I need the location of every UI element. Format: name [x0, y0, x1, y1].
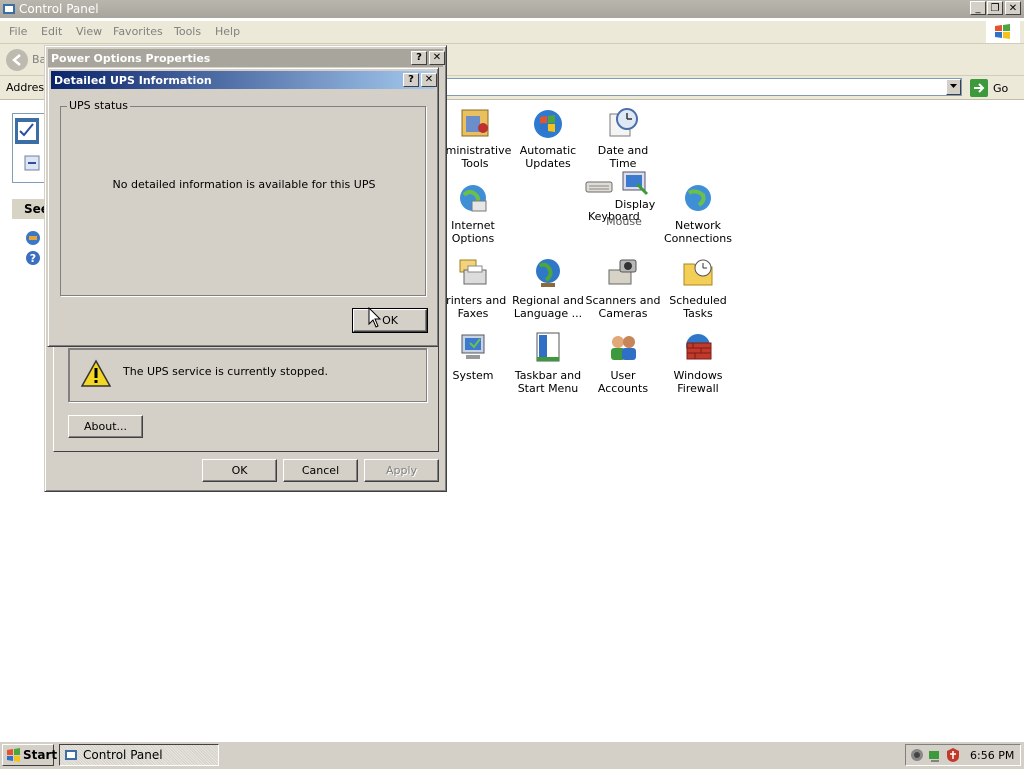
label-regional-and-language: Regional and Language ...	[512, 294, 584, 320]
help-button[interactable]: ?	[411, 51, 427, 65]
network-connections-icon	[685, 185, 711, 211]
label-network-connections: Network Connections	[664, 219, 732, 245]
ups-status-panel: The UPS service is currently stopped.	[68, 348, 427, 402]
admin-tools-icon	[461, 109, 489, 137]
label-windows-firewall: Windows Firewall	[673, 369, 723, 395]
label-user-accounts: User Accounts	[597, 369, 649, 395]
taskbar-item-control-panel[interactable]: Control Panel	[59, 744, 219, 766]
switch-view-icon[interactable]	[23, 154, 43, 172]
ups-ok-button[interactable]: OK	[352, 308, 428, 333]
ups-stopped-message: The UPS service is currently stopped.	[123, 365, 329, 378]
address-dropdown-button[interactable]	[946, 79, 961, 95]
windows-update-icon[interactable]	[25, 230, 41, 246]
warning-icon	[81, 359, 111, 387]
display-icon	[622, 171, 649, 196]
cancel-button[interactable]: Cancel	[283, 459, 358, 482]
menu-file[interactable]: File	[9, 25, 27, 38]
mouse-cursor-icon	[368, 307, 382, 328]
date-time-icon	[609, 108, 638, 137]
user-accounts-icon	[611, 336, 636, 360]
regional-language-icon	[536, 259, 560, 287]
taskbar-start-menu-icon	[536, 332, 560, 362]
label-date-and-time: Date and Time	[597, 144, 649, 170]
item-scheduled-tasks[interactable]: Scheduled Tasks	[659, 256, 737, 320]
windows-flag-icon	[7, 748, 20, 762]
ups-info-title: Detailed UPS Information	[54, 74, 212, 87]
maximize-button[interactable]: ❐	[987, 1, 1003, 15]
menu-bar: File Edit View Favorites Tools Help	[0, 21, 1024, 44]
automatic-updates-icon	[534, 110, 562, 138]
scheduled-tasks-icon	[683, 259, 713, 286]
control-panel-icon	[65, 750, 77, 760]
ups-status-group-label: UPS status	[67, 99, 130, 112]
keyboard-icon	[585, 181, 613, 193]
control-panel-large-icon	[15, 118, 39, 144]
power-options-titlebar[interactable]: Power Options Properties ? ✕	[48, 49, 445, 67]
label-scheduled-tasks: Scheduled Tasks	[669, 294, 727, 320]
ups-no-info-message: No detailed information is available for…	[112, 178, 376, 191]
svg-text:?: ?	[30, 252, 36, 265]
menu-tools[interactable]: Tools	[174, 25, 201, 38]
minimize-button[interactable]: _	[970, 1, 986, 15]
window-title: Control Panel	[19, 2, 99, 16]
item-windows-firewall[interactable]: Windows Firewall	[659, 331, 737, 395]
help-support-icon[interactable]: ?	[25, 250, 41, 266]
scanners-cameras-icon	[608, 259, 637, 285]
start-button[interactable]: Start	[2, 744, 58, 766]
label-taskbar-and-start-menu: Taskbar and Start Menu	[514, 369, 582, 395]
ups-status-group: UPS status No detailed information is av…	[60, 99, 426, 296]
item-automatic-updates[interactable]: Automatic Updates	[509, 106, 587, 170]
go-button[interactable]: Go	[970, 79, 1020, 97]
menu-favorites[interactable]: Favorites	[113, 25, 163, 38]
printers-faxes-icon	[459, 259, 487, 285]
network-tray-icon[interactable]	[927, 747, 943, 763]
system-tray: 6:56 PM	[905, 744, 1021, 766]
control-panel-icon	[3, 4, 15, 14]
close-button[interactable]: ✕	[421, 73, 437, 87]
system-icon	[461, 334, 485, 359]
item-taskbar-and-start-menu[interactable]: Taskbar and Start Menu	[509, 331, 587, 395]
windows-logo-icon	[986, 21, 1020, 43]
security-shield-icon[interactable]	[945, 747, 961, 763]
label-scanners-and-cameras: Scanners and Cameras	[585, 294, 661, 320]
ok-button[interactable]: OK	[202, 459, 277, 482]
item-date-and-time[interactable]: Date and Time	[584, 106, 662, 170]
back-arrow-icon	[12, 54, 21, 66]
start-label: Start	[23, 748, 58, 762]
label-mouse: Mouse	[606, 215, 642, 228]
menu-help[interactable]: Help	[215, 25, 240, 38]
ups-info-titlebar[interactable]: Detailed UPS Information ? ✕	[51, 71, 437, 89]
clock: 6:56 PM	[970, 749, 1015, 762]
menu-view[interactable]: View	[76, 25, 102, 38]
item-network-connections[interactable]: Network Connections	[659, 181, 737, 245]
label-administrative-tools: dministrative Tools	[438, 144, 512, 170]
power-options-title: Power Options Properties	[51, 52, 211, 65]
label-display: Display	[614, 198, 656, 211]
ups-info-dialog: Detailed UPS Information ? ✕ UPS status …	[47, 67, 439, 347]
taskbar-item-label: Control Panel	[83, 748, 163, 762]
item-display[interactable]: Display	[611, 170, 659, 211]
item-regional-and-language[interactable]: Regional and Language ...	[509, 256, 587, 320]
menu-edit[interactable]: Edit	[41, 25, 62, 38]
window-titlebar[interactable]: Control Panel _ ❐ ✕	[0, 0, 1024, 18]
go-arrow-icon	[970, 79, 988, 97]
item-user-accounts[interactable]: User Accounts	[584, 331, 662, 395]
help-button[interactable]: ?	[403, 73, 419, 87]
internet-options-icon	[460, 185, 487, 212]
windows-firewall-icon	[686, 334, 712, 360]
go-label: Go	[993, 82, 1009, 95]
item-administrative-tools[interactable]: dministrative Tools	[435, 106, 515, 170]
chevron-down-icon	[950, 84, 957, 88]
close-button[interactable]: ✕	[429, 51, 445, 65]
label-automatic-updates: Automatic Updates	[519, 144, 577, 170]
apply-button[interactable]: Apply	[364, 459, 439, 482]
ups-tray-icon[interactable]	[909, 747, 925, 763]
item-mouse[interactable]: Mouse	[599, 212, 649, 228]
about-button[interactable]: About...	[68, 415, 143, 438]
close-button[interactable]: ✕	[1005, 1, 1021, 15]
item-scanners-and-cameras[interactable]: Scanners and Cameras	[584, 256, 662, 320]
back-button[interactable]	[6, 49, 28, 71]
